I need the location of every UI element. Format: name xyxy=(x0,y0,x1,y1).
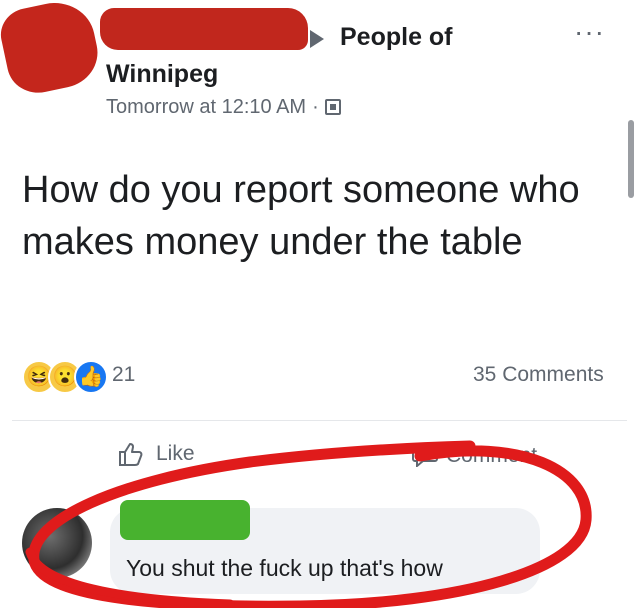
commenter-name-redacted[interactable] xyxy=(120,500,250,540)
group-name-line2[interactable]: Winnipeg xyxy=(106,60,218,89)
like-reaction-icon: 👍 xyxy=(74,360,108,394)
meta-dot: · xyxy=(312,96,319,118)
group-name-line1[interactable]: People of xyxy=(340,23,453,52)
reaction-count[interactable]: 21 xyxy=(112,363,135,387)
divider xyxy=(12,420,627,421)
comment-text: You shut the fuck up that's how xyxy=(126,555,443,581)
comment-label: Comment xyxy=(446,444,538,467)
post-timestamp[interactable]: Tomorrow at 12:10 AM xyxy=(106,96,306,118)
author-name-redacted[interactable] xyxy=(100,8,308,50)
author-avatar-redacted[interactable] xyxy=(0,0,104,99)
speech-bubble-icon xyxy=(412,446,438,467)
comment-button[interactable]: Comment xyxy=(412,440,537,472)
thumbs-up-icon xyxy=(119,443,143,466)
like-label: Like xyxy=(156,442,195,465)
commenter-avatar[interactable] xyxy=(22,508,92,578)
group-privacy-icon xyxy=(324,99,341,115)
like-button[interactable]: Like xyxy=(118,438,195,470)
comments-count[interactable]: 35 Comments xyxy=(473,363,604,387)
scrollbar[interactable] xyxy=(628,120,634,198)
more-options-icon[interactable]: ··· xyxy=(574,18,605,46)
post-meta: Tomorrow at 12:10 AM · xyxy=(106,96,341,119)
triangle-right-icon xyxy=(310,30,324,48)
post-text: How do you report someone who makes mone… xyxy=(22,169,580,263)
